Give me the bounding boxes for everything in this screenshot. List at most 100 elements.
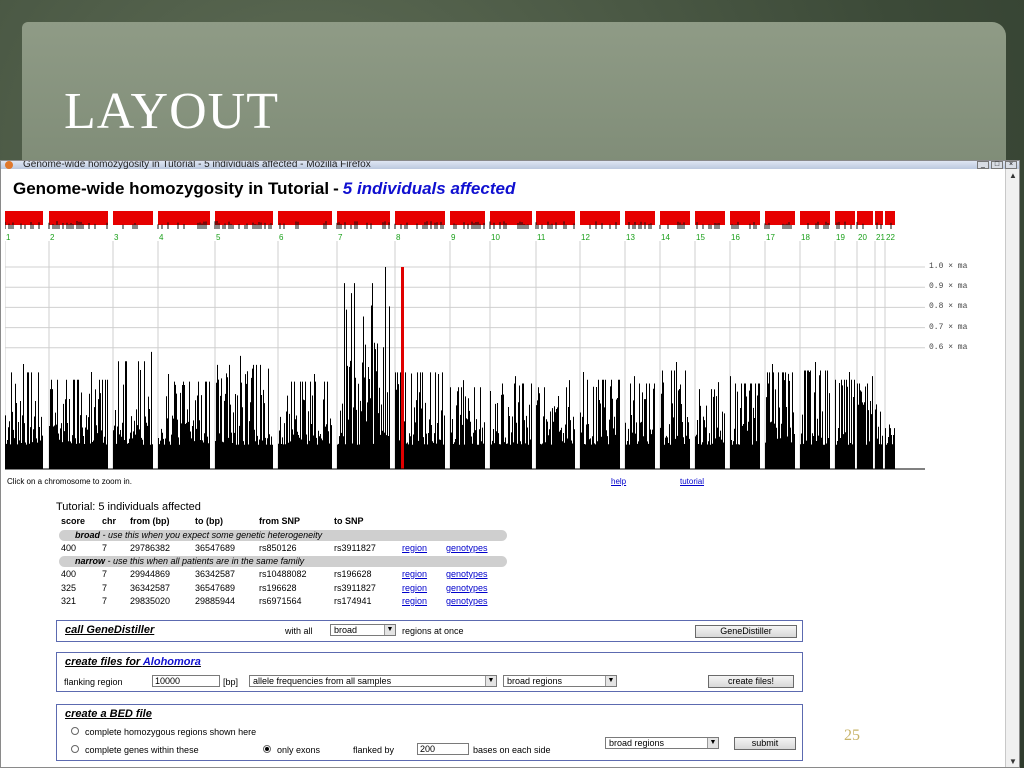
table-cell: rs3911827 [334,542,376,553]
close-button[interactable]: × [1005,161,1017,169]
chevron-down-icon: ▼ [485,676,496,686]
highlighted-peak [401,267,404,469]
chromosome-label[interactable]: 21 [876,233,885,242]
vertical-scrollbar[interactable]: ▲ ▼ [1005,169,1019,767]
chromosome-ideogram [695,211,725,225]
genes-within-radio[interactable] [71,745,79,753]
chromosome-label[interactable]: 2 [50,233,54,242]
minimize-button[interactable]: _ [977,161,989,169]
group-header-broad: broad - use this when you expect some ge… [59,529,507,541]
chromosome-label[interactable]: 4 [159,233,163,242]
group-label: narrow [75,556,106,566]
flanking-region-input[interactable] [152,675,220,687]
threshold-label: 0.7 × ma [929,322,968,332]
genotypes-link[interactable]: genotypes [446,583,488,593]
table-cell: rs174941 [334,596,372,606]
table-cell: 29885944 [195,596,236,606]
submit-button[interactable]: submit [734,737,796,750]
genotypes-link[interactable]: genotypes [446,569,488,579]
genome-plot[interactable]: 1.0 × ma 0.9 × ma 0.8 × ma 0.7 × ma 0.6 × ma… [5,211,1001,473]
genome-plot-svg[interactable] [5,211,1001,473]
with-all-label: with all [285,626,313,636]
table-row: 400 7 29786382 36547689 rs850126 rs3911827 reg… [56,542,516,556]
chromosome-label[interactable]: 14 [661,233,670,242]
alohomora-regions-value: broad regions [507,676,563,686]
chromosome-label[interactable]: 13 [626,233,635,242]
threshold-label: 0.6 × ma [929,342,968,352]
heading-highlight: 5 individuals affected [342,179,516,198]
group-description: - use this when all patients are in the … [105,556,305,566]
create-files-button[interactable]: create files! [708,675,794,688]
results-title: Tutorial: 5 individuals affected [56,501,201,513]
only-exons-radio[interactable] [263,745,271,753]
chromosome-label[interactable]: 9 [451,233,455,242]
chromosome-label[interactable]: 6 [279,233,283,242]
table-cell: 29944869 [130,569,171,579]
page-content: Genome-wide homozygosity in Tutorial -5 i… [1,169,1005,767]
table-row: 400 7 29944869 36342587 rs10488082 rs196628 re… [56,568,516,582]
bed-regions-select[interactable]: broad regions ▼ [605,737,719,749]
alohomora-title[interactable]: create files for Alohomora [65,656,201,668]
chromosome-label[interactable]: 12 [581,233,590,242]
only-exons-label: only exons [277,745,321,755]
bed-title[interactable]: create a BED file [65,708,152,720]
table-row: 321 7 29835020 29885944 rs6971564 rs174941 reg… [56,595,516,609]
region-link[interactable]: region [402,543,427,553]
region-link[interactable]: region [402,583,427,593]
threshold-label: 1.0 × ma [929,262,968,271]
zoom-hint: Click on a chromosome to zoom in. [7,477,132,486]
chromosome-label[interactable]: 10 [491,233,500,242]
genedistiller-title[interactable]: call GeneDistiller [65,624,154,636]
scroll-down-icon[interactable]: ▼ [1007,757,1019,767]
chromosome-label[interactable]: 22 [886,233,895,242]
group-label: broad [75,529,101,540]
chromosome-label[interactable]: 8 [396,233,400,242]
chromosome-label[interactable]: 18 [801,233,810,242]
chromosome-ideogram [875,211,883,225]
column-header: chr [102,516,117,526]
chromosome-ideogram [580,211,620,225]
flank-bases-input[interactable] [417,743,469,755]
threshold-label: 0.9 × ma [929,282,968,292]
help-link[interactable]: help [611,477,626,486]
table-cell: rs6971564 [259,596,302,606]
table-header: score chr from (bp) to (bp) from SNP to SNP [56,515,516,529]
chromosome-label[interactable]: 17 [766,233,775,242]
column-header: from SNP [259,516,301,526]
genotypes-link[interactable]: genotypes [446,543,488,553]
chromosome-label[interactable]: 16 [731,233,740,242]
genedistiller-region-select[interactable]: broad ▼ [330,624,396,636]
table-cell: 7 [102,596,108,606]
table-cell: rs850126 [259,542,297,553]
chromosome-label[interactable]: 20 [858,233,867,242]
genedistiller-button[interactable]: GeneDistiller [695,625,797,638]
homozygous-regions-radio[interactable] [71,727,79,735]
chromosome-label[interactable]: 7 [338,233,342,242]
chromosome-ideogram [490,211,532,225]
chromosome-label[interactable]: 15 [696,233,705,242]
tutorial-link[interactable]: tutorial [680,477,704,486]
scroll-up-icon[interactable]: ▲ [1007,171,1019,181]
chromosome-label[interactable]: 5 [216,233,220,242]
table-cell: 36547689 [195,582,236,593]
region-link[interactable]: region [402,596,427,606]
region-link[interactable]: region [402,569,427,579]
chromosome-label[interactable]: 19 [836,233,845,242]
allele-frequency-select[interactable]: allele frequencies from all samples ▼ [249,675,497,687]
genedistiller-form: call GeneDistiller with all broad ▼ regi… [56,620,803,642]
genotypes-link[interactable]: genotypes [446,596,488,606]
chevron-down-icon: ▼ [384,625,395,635]
chromosome-ideogram [113,211,153,225]
heading-main: Genome-wide homozygosity in Tutorial [13,179,330,198]
flanked-by-label: flanked by [353,745,395,755]
chromosome-label[interactable]: 11 [537,233,545,242]
alohomora-title-accent: Alohomora [142,656,201,668]
maximize-button[interactable]: □ [991,161,1003,169]
threshold-label: 0.8 × ma [929,302,968,312]
table-cell: rs196628 [334,569,372,579]
table-cell: 29835020 [130,596,171,606]
table-cell: rs196628 [259,582,297,593]
chromosome-label[interactable]: 3 [114,233,118,242]
chromosome-label[interactable]: 1 [6,233,10,242]
alohomora-regions-select[interactable]: broad regions ▼ [503,675,617,687]
